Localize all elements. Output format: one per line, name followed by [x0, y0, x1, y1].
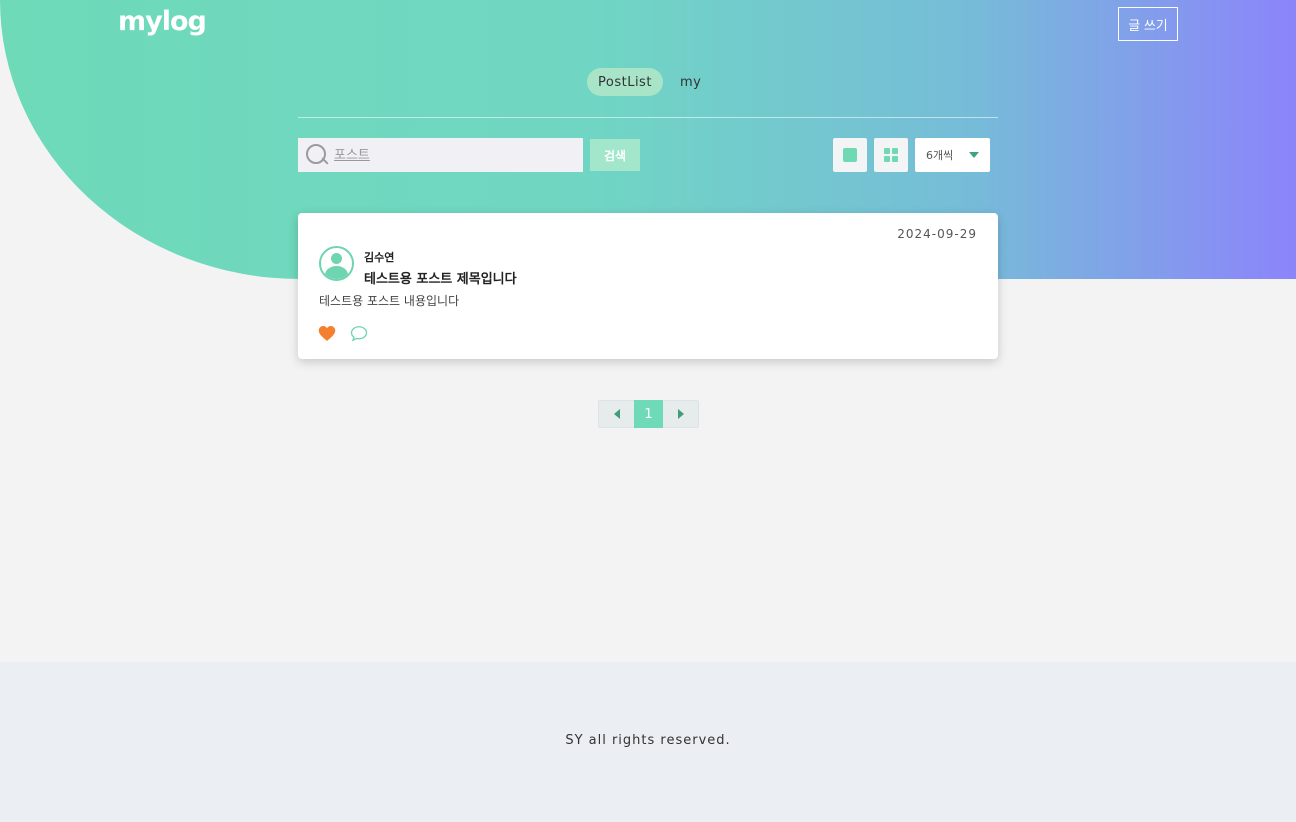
next-page-button[interactable] [663, 401, 698, 427]
prev-page-button[interactable] [599, 401, 634, 427]
per-page-value: 6개씩 [926, 149, 954, 162]
search-box [298, 138, 583, 172]
search-icon [304, 142, 330, 168]
divider [298, 117, 998, 118]
page-number[interactable]: 1 [634, 400, 663, 428]
tab-postlist[interactable]: PostList [587, 68, 663, 96]
single-view-icon [843, 148, 857, 162]
heart-icon[interactable] [318, 325, 336, 342]
pagination: 1 [598, 400, 699, 428]
nav-tabs: PostList my [587, 68, 712, 96]
logo[interactable]: mylog [118, 6, 207, 37]
chevron-left-icon [613, 409, 620, 419]
tab-my[interactable]: my [669, 68, 712, 96]
chevron-right-icon [677, 409, 684, 419]
single-view-button[interactable] [833, 138, 867, 172]
per-page-select[interactable]: 6개씩 [915, 138, 990, 172]
search-input[interactable] [334, 147, 564, 163]
caret-down-icon [969, 152, 979, 158]
comment-icon[interactable] [350, 325, 368, 342]
post-card[interactable]: 2024-09-29 김수연 테스트용 포스트 제목입니다 테스트용 포스트 내… [298, 213, 998, 359]
footer-text: SY all rights reserved. [565, 732, 731, 748]
search-button[interactable]: 검색 [590, 139, 640, 171]
post-title[interactable]: 테스트용 포스트 제목입니다 [364, 268, 517, 287]
post-date: 2024-09-29 [897, 227, 977, 241]
footer: SY all rights reserved. [0, 662, 1296, 822]
post-author: 김수연 [364, 251, 395, 264]
post-content: 테스트용 포스트 내용입니다 [319, 294, 460, 308]
avatar-icon [319, 246, 354, 281]
grid-view-icon [884, 148, 898, 162]
grid-view-button[interactable] [874, 138, 908, 172]
write-post-button[interactable]: 글 쓰기 [1118, 7, 1178, 41]
